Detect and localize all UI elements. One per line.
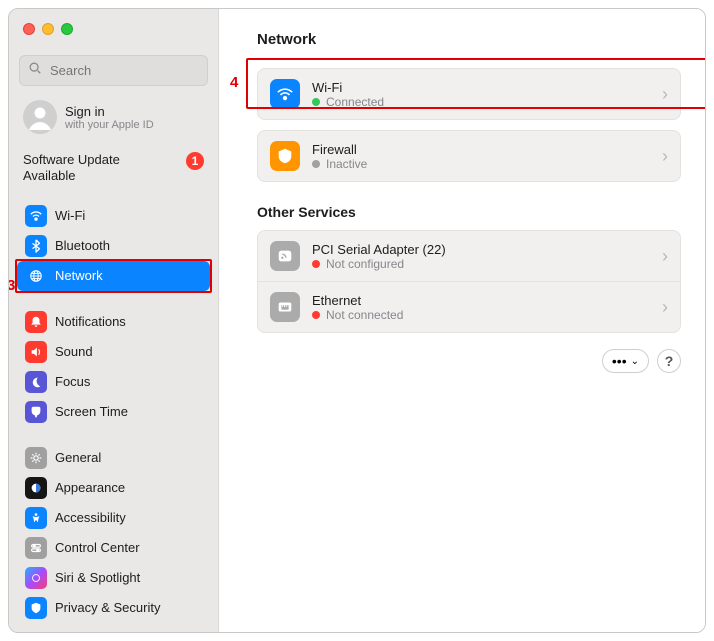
update-badge: 1 [186,152,204,170]
sidebar-label: Screen Time [55,404,128,419]
more-actions-button[interactable]: ••• ⌄ [602,349,649,373]
chevron-right-icon: › [662,297,668,318]
sidebar-item-wifi[interactable]: Wi-Fi [17,201,210,231]
sidebar-label: Siri & Spotlight [55,570,140,585]
search-field[interactable] [19,55,208,86]
siri-icon [25,567,47,589]
sidebar-item-focus[interactable]: Focus [17,367,210,397]
service-status: Inactive [326,157,367,171]
screentime-icon [25,401,47,423]
sign-in-title: Sign in [65,104,154,119]
minimize-window-button[interactable] [42,23,54,35]
sidebar-label: Focus [55,374,90,389]
firewall-service-icon [270,141,300,171]
sidebar-label: Network [55,268,103,283]
sidebar-item-privacy[interactable]: Privacy & Security [17,593,210,623]
highlight-wifi [246,58,706,109]
service-row-ethernet[interactable]: Ethernet Not connected › [258,281,680,332]
service-status: Not connected [326,308,403,322]
status-dot [312,311,320,319]
accessibility-icon [25,507,47,529]
general-icon [25,447,47,469]
privacy-icon [25,597,47,619]
annotation-main: 4 [230,74,238,91]
service-row-firewall[interactable]: Firewall Inactive › [258,131,680,181]
sidebar-item-siri[interactable]: Siri & Spotlight [17,563,210,593]
notifications-icon [25,311,47,333]
page-title: Network [257,31,681,48]
network-icon [25,265,47,287]
software-update-label: Software Update Available [23,152,163,185]
status-dot [312,260,320,268]
sidebar-item-appearance[interactable]: Appearance [17,473,210,503]
focus-icon [25,371,47,393]
sidebar-label: Sound [55,344,93,359]
sidebar-label: Privacy & Security [55,600,160,615]
sidebar-item-control-center[interactable]: Control Center [17,533,210,563]
sidebar-item-network[interactable]: Network [17,261,210,291]
sound-icon [25,341,47,363]
wifi-icon [25,205,47,227]
service-name: PCI Serial Adapter (22) [312,242,650,257]
software-update-row[interactable]: Software Update Available 1 [9,148,218,197]
chevron-right-icon: › [662,146,668,167]
other-services-panel: PCI Serial Adapter (22) Not configured ›… [257,230,681,333]
sidebar: Sign in with your Apple ID Software Upda… [9,9,219,632]
search-input[interactable] [48,62,219,79]
chevron-down-icon: ⌄ [631,356,639,367]
sidebar-item-general[interactable]: General [17,443,210,473]
sidebar-item-notifications[interactable]: Notifications [17,307,210,337]
traffic-lights [9,9,218,51]
chevron-right-icon: › [662,246,668,267]
sidebar-item-screentime[interactable]: Screen Time [17,397,210,427]
annotation-sidebar: 3 [8,277,15,294]
control-center-icon [25,537,47,559]
sidebar-label: Bluetooth [55,238,110,253]
sign-in-subtitle: with your Apple ID [65,119,154,131]
user-avatar-icon [23,100,57,134]
sidebar-label: Notifications [55,314,126,329]
other-services-label: Other Services [257,204,681,220]
highlight-sidebar-network: Network [15,259,212,293]
zoom-window-button[interactable] [61,23,73,35]
sidebar-item-bluetooth[interactable]: Bluetooth [17,231,210,261]
status-dot [312,160,320,168]
sidebar-item-sound[interactable]: Sound [17,337,210,367]
sidebar-label: Control Center [55,540,140,555]
sidebar-label: Wi-Fi [55,208,85,223]
sidebar-label: Appearance [55,480,125,495]
search-icon [28,61,42,80]
service-name: Firewall [312,142,650,157]
service-row-pci[interactable]: PCI Serial Adapter (22) Not configured › [258,231,680,281]
sidebar-item-accessibility[interactable]: Accessibility [17,503,210,533]
service-name: Ethernet [312,293,650,308]
help-button[interactable]: ? [657,349,681,373]
bluetooth-icon [25,235,47,257]
appearance-icon [25,477,47,499]
sign-in-row[interactable]: Sign in with your Apple ID [9,96,218,148]
firewall-panel: Firewall Inactive › [257,130,681,182]
service-status: Not configured [326,257,404,271]
sidebar-label: General [55,450,101,465]
more-label: ••• [612,353,627,369]
close-window-button[interactable] [23,23,35,35]
sidebar-label: Accessibility [55,510,126,525]
ethernet-service-icon [270,292,300,322]
pci-service-icon [270,241,300,271]
